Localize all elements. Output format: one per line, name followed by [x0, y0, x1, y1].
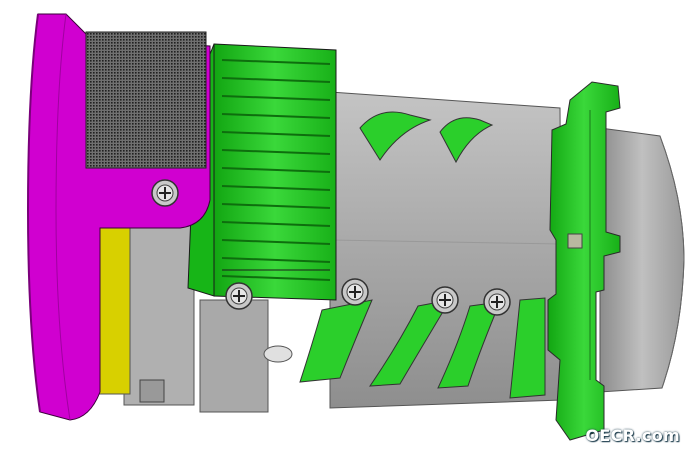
- watermark: OECR.com: [585, 426, 680, 445]
- rear-barrel: [599, 127, 685, 393]
- lens-assembly-render: [26, 13, 685, 441]
- screw-icon: [225, 282, 253, 310]
- front-knurl-grip: [85, 31, 207, 169]
- screw-icon: [151, 179, 179, 207]
- screw-icon: [341, 278, 369, 306]
- screw-icon: [431, 286, 459, 314]
- main-barrel: [299, 91, 563, 409]
- cad-render-viewport: OECR.com: [0, 0, 692, 453]
- screw-icon: [483, 288, 511, 316]
